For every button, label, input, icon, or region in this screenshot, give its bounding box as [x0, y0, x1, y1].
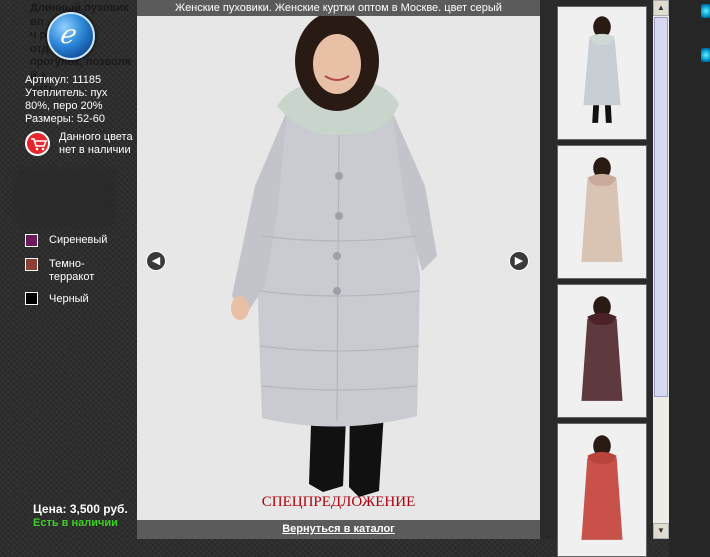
- site-logo[interactable]: ℯ: [47, 12, 95, 60]
- chevron-left-icon: ◀: [151, 255, 161, 267]
- prev-image-button[interactable]: ◀: [146, 251, 166, 271]
- thumbnail-scrollbar[interactable]: ▲ ▼: [653, 0, 669, 539]
- viewer-footer: Вернуться в каталог: [137, 520, 540, 539]
- color-label-lilac[interactable]: Сиреневый: [49, 234, 107, 247]
- product-specs: Артикул: 11185 Утеплитель: пух 80%, перо…: [25, 74, 135, 126]
- chevron-right-icon: ▶: [514, 255, 524, 267]
- next-image-button[interactable]: ▶: [509, 251, 529, 271]
- scroll-down-button[interactable]: ▼: [653, 523, 669, 539]
- blurred-area: [15, 168, 115, 226]
- insulation-info: Утеплитель: пух 80%, перо 20%: [25, 87, 108, 112]
- special-offer-label: СПЕЦПРЕДЛОЖЕНИЕ: [261, 494, 416, 510]
- article-number: Артикул: 11185: [25, 74, 102, 86]
- thumbnail-strip: [540, 0, 653, 557]
- color-label-black[interactable]: Черный: [49, 293, 89, 306]
- viewer-title: Женские пуховики. Женские куртки оптом в…: [137, 0, 540, 16]
- product-photo: [137, 16, 540, 520]
- thumbnail-plum[interactable]: [557, 284, 647, 418]
- color-label-terracotta[interactable]: Темно-терракот: [49, 258, 109, 284]
- color-swatch-lilac[interactable]: [25, 234, 38, 247]
- right-edge-panel: [669, 0, 710, 557]
- price: Цена: 3,500 руб.: [33, 502, 128, 516]
- arrow-down-icon: ▼: [657, 526, 665, 535]
- thumbnail-grey[interactable]: [557, 6, 647, 140]
- scroll-thumb[interactable]: [654, 17, 668, 397]
- color-swatch-black[interactable]: [25, 292, 38, 305]
- thumbnail-beige[interactable]: [557, 145, 647, 279]
- thumbnail-red[interactable]: [557, 423, 647, 557]
- no-stock-notice: Данного цвета нет в наличии: [59, 131, 133, 156]
- back-to-catalog-link[interactable]: Вернуться в каталог: [282, 523, 395, 535]
- side-button-1[interactable]: [701, 4, 710, 18]
- cart-icon[interactable]: [25, 131, 50, 156]
- scroll-up-button[interactable]: ▲: [653, 0, 669, 16]
- side-button-2[interactable]: [701, 48, 710, 62]
- logo-icon: ℯ: [59, 20, 75, 50]
- sizes-info: Размеры: 52-60: [25, 113, 105, 125]
- color-swatch-terracotta[interactable]: [25, 258, 38, 271]
- arrow-up-icon: ▲: [657, 3, 665, 12]
- in-stock-status: Есть в наличии: [33, 517, 118, 529]
